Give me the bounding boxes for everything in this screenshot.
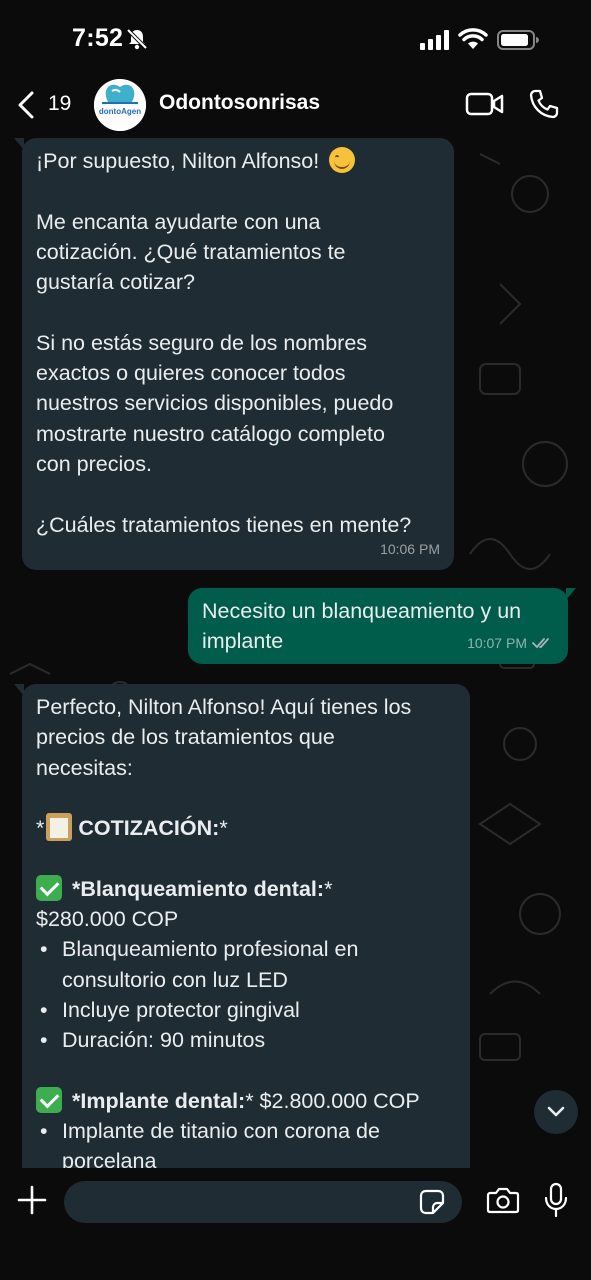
bullet-text: Incluye protector gingival <box>62 997 300 1022</box>
message-line: precios de los tratamientos que <box>36 725 335 750</box>
message-line <box>36 479 440 509</box>
sticker-icon[interactable] <box>418 1188 446 1216</box>
message-line: nuestros servicios disponibles, puedo <box>36 391 394 416</box>
message-line: Me encanta ayudarte con una <box>36 209 321 234</box>
voice-call-icon[interactable] <box>528 88 560 120</box>
message-meta: 10:06 PM <box>380 534 440 564</box>
item-price: $280.000 COP <box>36 907 179 932</box>
read-receipt-icon <box>532 637 549 649</box>
incoming-message[interactable]: ¡Por supuesto, Nilton Alfonso! Me encant… <box>14 138 454 570</box>
message-line <box>36 1056 456 1086</box>
bullet-text: Blanqueamiento profesional en <box>62 937 359 962</box>
bullet-text: consultorio con luz LED <box>62 967 288 992</box>
incoming-message[interactable]: Perfecto, Nilton Alfonso! Aquí tienes lo… <box>14 684 470 1168</box>
wifi-icon <box>458 28 488 49</box>
message-meta: 10:07 PM <box>467 628 554 658</box>
item-price-inline: * $2.800.000 COP <box>245 1088 420 1113</box>
unread-count[interactable]: 19 <box>48 92 71 116</box>
outgoing-message[interactable]: Necesito un blanqueamiento y un implante… <box>188 588 576 664</box>
cellular-signal-icon <box>420 30 449 50</box>
bullet-dot: • <box>40 1028 48 1053</box>
asterisk: * <box>219 816 228 841</box>
plus-icon[interactable] <box>16 1184 48 1216</box>
bullet-text: Duración: 90 minutos <box>62 1028 266 1053</box>
item-title-text: *Blanqueamiento dental: <box>72 876 325 901</box>
bullet-dot: • <box>40 1119 48 1144</box>
asterisk: * <box>36 816 45 841</box>
message-line <box>36 176 440 206</box>
bullet-text: Implante de titanio con corona de <box>62 1119 380 1144</box>
smiling-face-emoji-icon <box>329 147 356 173</box>
item-title: *Blanqueamiento dental:* <box>36 874 456 904</box>
message-time: 10:06 PM <box>380 540 440 557</box>
message-input[interactable] <box>64 1181 462 1223</box>
tooth-logo-icon <box>94 79 146 131</box>
message-line: Necesito un blanqueamiento y un <box>202 599 522 623</box>
composer-bar <box>0 1168 591 1280</box>
status-time: 7:52 <box>72 24 124 52</box>
message-line: Si no estás seguro de los nombres <box>36 330 368 355</box>
bullet-item: • Blanqueamiento profesional en consulto… <box>36 934 456 995</box>
message-line <box>36 297 440 327</box>
message-line: exactos o quieres conocer todos <box>36 361 346 386</box>
clipboard-emoji-icon <box>46 813 73 842</box>
message-line <box>36 843 456 873</box>
contact-name[interactable]: Odontosonrisas <box>159 91 320 115</box>
bullet-item: • Incluye protector gingival <box>36 995 456 1025</box>
item-title-text: *Implante dental: <box>72 1088 246 1113</box>
message-line: gustaría cotizar? <box>36 270 195 295</box>
message-line: necesitas: <box>36 755 133 780</box>
asterisk: * <box>324 876 333 901</box>
message-line: cotización. ¿Qué tratamientos te <box>36 239 346 264</box>
chat-area[interactable]: ¡Por supuesto, Nilton Alfonso! Me encant… <box>0 134 591 1168</box>
bullet-item: • Implante de titanio con corona de porc… <box>36 1116 456 1168</box>
scroll-to-bottom-button[interactable] <box>534 1090 578 1134</box>
item-title: *Implante dental:* $2.800.000 COP <box>36 1086 456 1116</box>
message-line: mostrarte nuestro catálogo completo <box>36 421 385 446</box>
bullet-item: • Duración: 90 minutos <box>36 1025 456 1055</box>
message-line: Perfecto, Nilton Alfonso! Aquí tienes lo… <box>36 695 412 719</box>
microphone-icon[interactable] <box>543 1182 569 1218</box>
quote-heading-text: COTIZACIÓN: <box>78 816 220 841</box>
message-text: ¡Por supuesto, Nilton Alfonso! <box>36 149 326 173</box>
message-line: con precios. <box>36 451 152 476</box>
chevron-down-icon <box>547 1106 565 1117</box>
status-bar: 7:52 <box>0 0 591 78</box>
back-chevron-icon[interactable] <box>14 90 40 120</box>
message-time: 10:07 PM <box>467 634 527 651</box>
bell-off-icon <box>126 28 148 50</box>
check-mark-emoji-icon <box>36 874 62 901</box>
contact-avatar[interactable]: dontoAgen <box>94 79 146 131</box>
check-mark-emoji-icon <box>36 1086 62 1113</box>
bullet-text: porcelana <box>62 1149 157 1168</box>
quote-heading: * COTIZACIÓN:* <box>36 813 456 843</box>
bullet-dot: • <box>40 997 48 1022</box>
camera-icon[interactable] <box>486 1185 520 1215</box>
avatar-logo-text: dontoAgen <box>98 107 142 116</box>
battery-icon <box>497 30 539 50</box>
message-line <box>36 783 456 813</box>
video-call-icon[interactable] <box>465 90 505 118</box>
chat-header: 19 dontoAgen Odontosonrisas <box>0 78 591 134</box>
bullet-dot: • <box>40 937 48 962</box>
message-line: ¡Por supuesto, Nilton Alfonso! <box>36 146 440 176</box>
